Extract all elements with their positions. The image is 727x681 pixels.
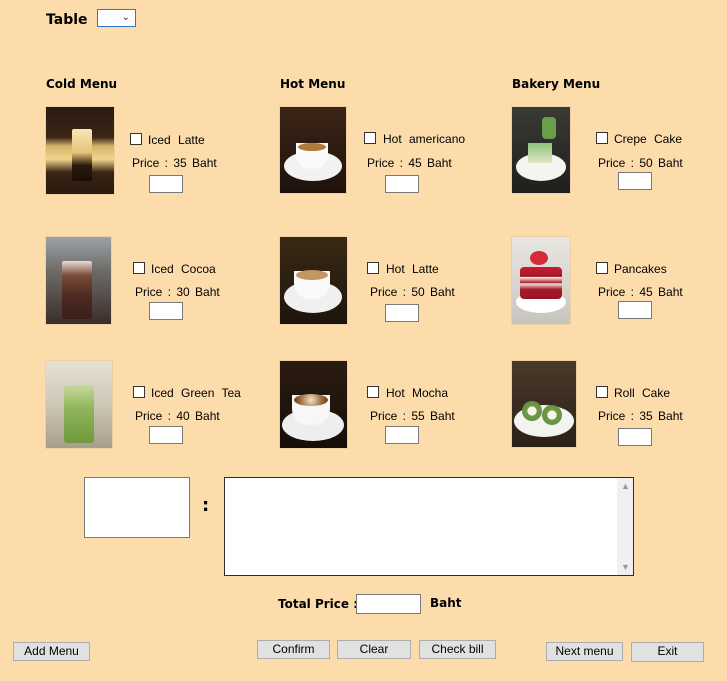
pancakes-price: Price : 45 Baht bbox=[598, 285, 683, 299]
cold-menu-heading: Cold Menu bbox=[46, 77, 118, 91]
hot-americano-qty-input[interactable] bbox=[385, 175, 419, 193]
hot-latte-price: Price : 50 Baht bbox=[370, 285, 455, 299]
order-table-box[interactable] bbox=[84, 477, 190, 538]
hot-latte-image bbox=[280, 237, 347, 324]
crepe-cake-image bbox=[512, 107, 570, 193]
iced-latte-qty-input[interactable] bbox=[149, 175, 183, 193]
hot-mocha-qty-input[interactable] bbox=[385, 426, 419, 444]
iced-cocoa-image bbox=[46, 237, 111, 324]
iced-latte-price: Price : 35 Baht bbox=[132, 156, 217, 170]
order-separator: : bbox=[202, 495, 210, 516]
iced-cocoa-label: Iced Cocoa bbox=[151, 262, 216, 276]
iced-green-tea-price: Price : 40 Baht bbox=[135, 409, 220, 423]
chevron-down-icon[interactable]: ⌄ bbox=[122, 12, 130, 23]
hot-latte-checkbox[interactable] bbox=[367, 262, 379, 274]
clear-button[interactable]: Clear bbox=[337, 640, 411, 659]
add-menu-button[interactable]: Add Menu bbox=[13, 642, 90, 661]
iced-latte-label: Iced Latte bbox=[148, 133, 205, 147]
iced-green-tea-image bbox=[46, 361, 112, 448]
roll-cake-label: Roll Cake bbox=[614, 386, 671, 400]
iced-cocoa-price: Price : 30 Baht bbox=[135, 285, 220, 299]
pancakes-checkbox[interactable] bbox=[596, 262, 608, 274]
iced-green-tea-label: Iced Green Tea bbox=[151, 386, 241, 400]
roll-cake-qty-input[interactable] bbox=[618, 428, 652, 446]
table-select[interactable]: ⌄ bbox=[97, 9, 136, 27]
scroll-up-icon[interactable]: ▲ bbox=[621, 481, 630, 491]
roll-cake-checkbox[interactable] bbox=[596, 386, 608, 398]
iced-latte-image bbox=[46, 107, 114, 194]
roll-cake-image bbox=[512, 361, 576, 447]
table-label: Table bbox=[46, 12, 88, 28]
confirm-button[interactable]: Confirm bbox=[257, 640, 330, 659]
check-bill-button[interactable]: Check bill bbox=[419, 640, 496, 659]
crepe-cake-label: Crepe Cake bbox=[614, 132, 683, 146]
iced-cocoa-checkbox[interactable] bbox=[133, 262, 145, 274]
order-list-scrollbar[interactable]: ▲ ▼ bbox=[617, 478, 633, 575]
hot-americano-price: Price : 45 Baht bbox=[367, 156, 452, 170]
next-menu-button[interactable]: Next menu bbox=[546, 642, 623, 661]
crepe-cake-qty-input[interactable] bbox=[618, 172, 652, 190]
hot-americano-checkbox[interactable] bbox=[364, 132, 376, 144]
iced-green-tea-qty-input[interactable] bbox=[149, 426, 183, 444]
hot-mocha-image bbox=[280, 361, 347, 448]
total-price-input[interactable] bbox=[356, 594, 421, 614]
order-list-textarea[interactable]: ▲ ▼ bbox=[224, 477, 634, 576]
exit-button[interactable]: Exit bbox=[631, 642, 704, 662]
hot-americano-image bbox=[280, 107, 346, 193]
total-price-unit: Baht bbox=[430, 596, 462, 610]
hot-americano-label: Hot americano bbox=[383, 132, 466, 146]
scroll-down-icon[interactable]: ▼ bbox=[621, 562, 630, 572]
crepe-cake-price: Price : 50 Baht bbox=[598, 156, 683, 170]
iced-latte-checkbox[interactable] bbox=[130, 133, 142, 145]
pancakes-label: Pancakes bbox=[614, 262, 667, 276]
hot-menu-heading: Hot Menu bbox=[280, 77, 346, 91]
bakery-menu-heading: Bakery Menu bbox=[512, 77, 601, 91]
hot-latte-qty-input[interactable] bbox=[385, 304, 419, 322]
hot-mocha-price: Price : 55 Baht bbox=[370, 409, 455, 423]
hot-latte-label: Hot Latte bbox=[386, 262, 439, 276]
hot-mocha-label: Hot Mocha bbox=[386, 386, 449, 400]
iced-green-tea-checkbox[interactable] bbox=[133, 386, 145, 398]
roll-cake-price: Price : 35 Baht bbox=[598, 409, 683, 423]
total-price-label: Total Price : bbox=[278, 597, 359, 611]
crepe-cake-checkbox[interactable] bbox=[596, 132, 608, 144]
hot-mocha-checkbox[interactable] bbox=[367, 386, 379, 398]
pancakes-image bbox=[512, 237, 570, 324]
pancakes-qty-input[interactable] bbox=[618, 301, 652, 319]
iced-cocoa-qty-input[interactable] bbox=[149, 302, 183, 320]
